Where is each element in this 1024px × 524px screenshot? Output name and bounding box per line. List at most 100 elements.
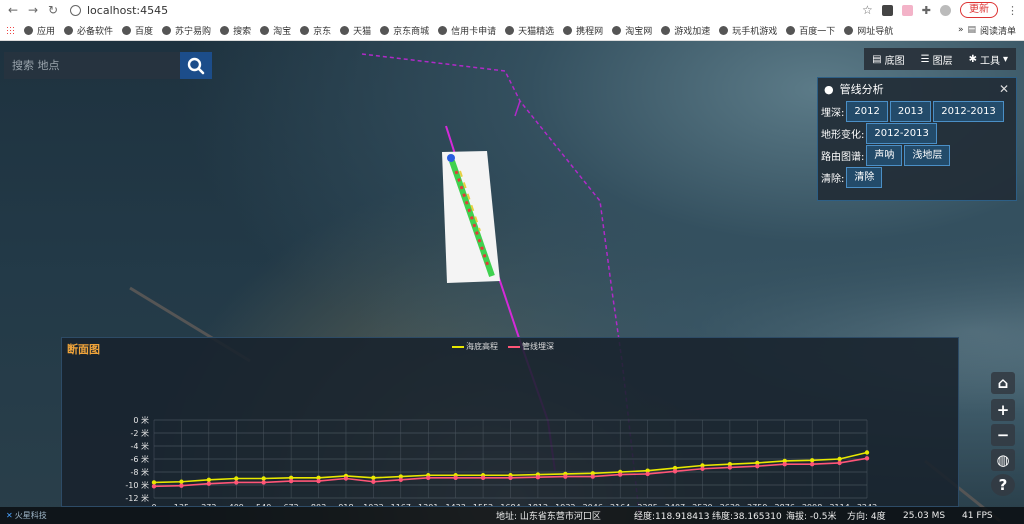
terrain-2012-2013-button[interactable]: 2012-2013: [866, 122, 937, 144]
data-point[interactable]: [398, 477, 404, 482]
profile-chart: 0 米 -2 米 -4 米 -6 米 -8 米 -10 米 -12 米0 135 272 409 5…: [125, 415, 877, 506]
data-point[interactable]: [837, 460, 842, 466]
help-button[interactable]: ?: [991, 474, 1015, 496]
data-point[interactable]: [809, 462, 815, 467]
zoom-in-button[interactable]: +: [991, 399, 1015, 421]
map-toolbar: ▤ 底图 ☰ 图层 ✱ 工具 ▾: [864, 48, 1016, 70]
profile-avatar-icon[interactable]: [940, 4, 951, 16]
data-point[interactable]: [206, 477, 212, 482]
layers-button[interactable]: ☰ 图层: [913, 48, 961, 70]
extension-icon[interactable]: [901, 4, 913, 16]
data-point[interactable]: [727, 465, 733, 470]
search-input[interactable]: [4, 52, 180, 79]
data-point[interactable]: [864, 450, 870, 455]
data-point[interactable]: [782, 462, 787, 467]
data-point[interactable]: [234, 480, 239, 485]
row-label: 地形变化:: [821, 129, 865, 141]
zoom-out-button[interactable]: −: [991, 424, 1015, 446]
extension-icon[interactable]: [881, 4, 893, 16]
back-icon[interactable]: ←: [6, 3, 20, 17]
data-point[interactable]: [151, 480, 157, 485]
bookmark-item[interactable]: 京东商城: [380, 24, 429, 37]
data-point[interactable]: [700, 466, 705, 471]
bookmark-item[interactable]: 玩手机游戏: [719, 24, 777, 37]
data-point[interactable]: [755, 463, 760, 469]
bookmark-item[interactable]: 百度: [122, 24, 153, 37]
y-tick-label: -12 米: [125, 493, 149, 503]
sonar-button[interactable]: 声呐: [866, 144, 903, 166]
data-point[interactable]: [316, 478, 321, 484]
site-info-icon[interactable]: [70, 4, 81, 16]
bookmark-item[interactable]: 淘宝: [260, 24, 291, 37]
close-icon[interactable]: ✕: [999, 82, 1009, 96]
x-tick-label: 1167: [391, 503, 411, 506]
menu-icon[interactable]: ⋮: [1007, 4, 1018, 17]
home-button[interactable]: ⌂: [991, 372, 1015, 394]
tools-icon: ✱: [968, 53, 977, 65]
bookmark-item[interactable]: 百度一下: [786, 24, 835, 37]
bookmark-item[interactable]: 天猫精选: [505, 24, 554, 37]
data-point[interactable]: [179, 483, 184, 488]
update-button[interactable]: 更新: [960, 2, 998, 18]
bookmark-star-icon[interactable]: ☆: [862, 3, 873, 17]
tools-button[interactable]: ✱ 工具 ▾: [961, 48, 1016, 70]
bookmark-item[interactable]: 必备软件: [64, 24, 113, 37]
bookmark-item[interactable]: 苏宁易购: [162, 24, 211, 37]
data-point[interactable]: [864, 456, 870, 461]
data-point[interactable]: [179, 479, 184, 484]
depth-2012-2013-button[interactable]: 2012-2013: [933, 100, 1004, 122]
data-point[interactable]: [234, 476, 239, 481]
url-field[interactable]: localhost:4545: [70, 2, 900, 18]
map-view[interactable]: ▤ 底图 ☰ 图层 ✱ 工具 ▾ ● 管线分析 ✕ 埋深: 2012 2013 …: [0, 41, 1024, 524]
data-point[interactable]: [617, 472, 623, 477]
data-point[interactable]: [809, 458, 815, 463]
data-point[interactable]: [645, 471, 650, 477]
globe-icon: [661, 25, 671, 35]
data-point[interactable]: [261, 476, 266, 481]
reading-list-label[interactable]: 阅读清单: [980, 24, 1016, 37]
longitude-readout: 经度:118.918413: [634, 512, 710, 522]
basemap-button[interactable]: ▤ 底图: [864, 48, 912, 70]
bookmark-item[interactable]: 携程网: [563, 24, 603, 37]
data-point[interactable]: [453, 475, 458, 481]
extensions-puzzle-icon[interactable]: ✚: [922, 4, 931, 17]
burial-depth-row: 埋深: 2012 2013 2012-2013: [821, 100, 1016, 122]
globe-button[interactable]: ◍: [991, 449, 1015, 471]
data-point[interactable]: [371, 475, 376, 481]
data-point[interactable]: [288, 478, 294, 484]
data-point[interactable]: [590, 474, 595, 479]
bookmark-item[interactable]: 网址导航: [844, 24, 893, 37]
depth-2013-button[interactable]: 2013: [889, 100, 932, 122]
data-point[interactable]: [426, 475, 431, 481]
shallow-layer-button[interactable]: 浅地层: [904, 144, 951, 166]
bookmark-item[interactable]: 信用卡申请: [438, 24, 496, 37]
mars-logo-icon: ✕: [6, 511, 13, 520]
bookmark-item[interactable]: 天猫: [340, 24, 371, 37]
reload-icon[interactable]: ↻: [46, 3, 60, 17]
forward-icon[interactable]: →: [26, 3, 40, 17]
data-point[interactable]: [563, 474, 568, 479]
data-point[interactable]: [151, 484, 157, 489]
depth-2012-button[interactable]: 2012: [846, 100, 888, 122]
apps-grid-icon[interactable]: [6, 25, 15, 35]
reading-list-icon[interactable]: ▤: [967, 25, 976, 35]
bookmark-item[interactable]: 淘宝网: [612, 24, 652, 37]
bookmark-label: 天猫: [353, 26, 372, 37]
data-point[interactable]: [508, 475, 513, 481]
clear-button[interactable]: 清除: [846, 166, 883, 188]
data-point[interactable]: [206, 481, 212, 486]
bookmark-item[interactable]: 游戏加速: [661, 24, 710, 37]
bookmark-item[interactable]: 搜索: [220, 24, 251, 37]
more-bookmarks-button[interactable]: »: [958, 25, 964, 35]
data-point[interactable]: [480, 475, 486, 481]
data-point[interactable]: [535, 475, 541, 480]
data-point[interactable]: [261, 480, 266, 485]
bookmark-item[interactable]: 京东: [300, 24, 331, 37]
search-button[interactable]: [180, 52, 212, 79]
data-point[interactable]: [837, 456, 842, 462]
bookmark-item[interactable]: 应用: [24, 24, 55, 37]
data-point[interactable]: [343, 476, 349, 481]
start-marker-icon[interactable]: [447, 154, 455, 162]
data-point[interactable]: [672, 469, 678, 474]
data-point[interactable]: [371, 479, 376, 484]
